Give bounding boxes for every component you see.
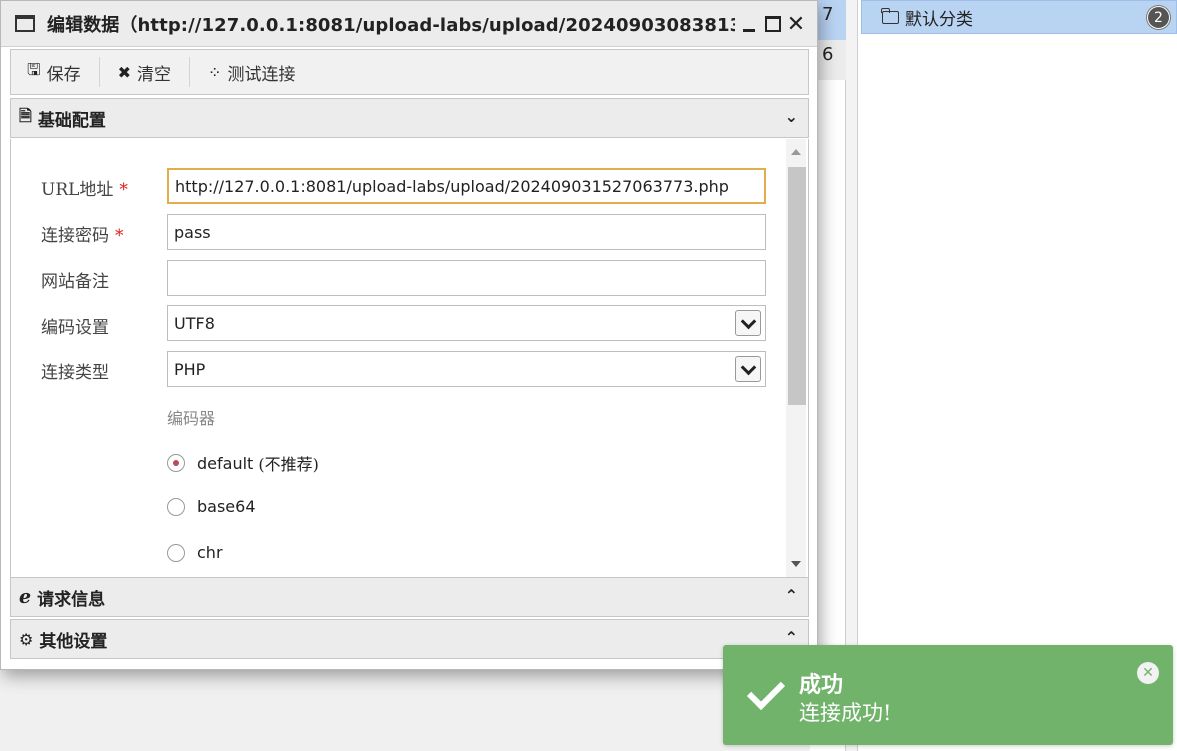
panel-header-basic[interactable]: 🗎 基础配置 ⌄ — [10, 98, 809, 138]
scroll-down-arrow[interactable] — [791, 561, 801, 567]
option-label: default — [197, 453, 254, 473]
save-button[interactable]: 🖫 保存 — [11, 57, 99, 87]
success-toast: 成功 连接成功! ✕ — [723, 645, 1173, 745]
type-select[interactable]: PHP — [167, 351, 766, 387]
edit-data-dialog: 编辑数据（http://127.0.0.1:8081/upload-labs/u… — [0, 0, 818, 670]
category-label: 默认分类 — [905, 9, 973, 30]
dialog-title: 编辑数据（http://127.0.0.1:8081/upload-labs/u… — [47, 14, 735, 36]
encoding-select[interactable]: UTF8 — [167, 305, 766, 341]
encoder-option-default[interactable]: default (不推荐) — [167, 451, 319, 475]
floppy-icon: 🖫 — [27, 59, 41, 79]
toast-title: 成功 — [799, 672, 844, 698]
folder-icon — [881, 7, 899, 24]
scroll-thumb[interactable] — [788, 167, 806, 405]
radio-unchecked[interactable] — [167, 497, 185, 516]
panel-title: 请求信息 — [37, 589, 106, 610]
scroll-up-arrow[interactable] — [791, 149, 801, 155]
panel-header-other[interactable]: ⚙ 其他设置 ⌃ — [10, 619, 809, 659]
close-icon[interactable]: ✕ — [1137, 662, 1159, 684]
radio-checked[interactable] — [167, 454, 185, 472]
chevron-up-icon: ⌃ — [784, 586, 798, 605]
x-icon: ✖ — [117, 62, 132, 82]
count-badge: 2 — [1147, 6, 1170, 29]
maximize-button[interactable] — [763, 13, 783, 35]
category-panel: 默认分类 2 — [858, 0, 1177, 751]
panel-header-request[interactable]: ℯ 请求信息 ⌃ — [10, 577, 809, 617]
encoder-label: 编码器 — [167, 409, 216, 428]
close-button[interactable]: ✕ — [786, 12, 806, 37]
minimize-button[interactable] — [739, 13, 759, 35]
encoder-option-base64[interactable]: base64 — [167, 497, 256, 516]
encoder-option-chr[interactable]: chr — [167, 543, 223, 562]
note-label: 网站备注 — [41, 272, 109, 292]
test-label: 测试连接 — [227, 64, 296, 85]
url-input[interactable]: http://127.0.0.1:8081/upload-labs/upload… — [167, 168, 766, 204]
check-icon — [746, 671, 786, 711]
dialog-titlebar[interactable]: 编辑数据（http://127.0.0.1:8081/upload-labs/u… — [1, 1, 817, 47]
encoding-label: 编码设置 — [41, 318, 109, 338]
option-label: base64 — [197, 497, 256, 516]
dialog-toolbar: 🖫 保存 ✖ 清空 ⁘ 测试连接 — [10, 49, 809, 95]
panel-title: 基础配置 — [37, 110, 106, 131]
save-label: 保存 — [46, 64, 81, 85]
toast-message: 连接成功! — [799, 701, 892, 725]
file-icon: 🗎 — [19, 105, 32, 125]
note-input[interactable] — [167, 260, 766, 296]
test-connection-button[interactable]: ⁘ 测试连接 — [189, 57, 313, 87]
chevron-down-icon[interactable] — [735, 356, 761, 382]
option-note: (不推荐) — [258, 455, 319, 474]
url-label: URL地址 * — [41, 180, 128, 200]
option-label: chr — [197, 543, 223, 562]
clear-button[interactable]: ✖ 清空 — [98, 57, 189, 87]
chevron-down-icon: ⌄ — [784, 107, 798, 126]
type-label: 连接类型 — [41, 363, 109, 383]
type-value: PHP — [174, 359, 206, 379]
clear-label: 清空 — [137, 64, 172, 85]
category-default[interactable]: 默认分类 2 — [861, 0, 1177, 34]
password-input[interactable]: pass — [167, 214, 766, 250]
spinner-icon: ⁘ — [208, 62, 222, 82]
radio-unchecked[interactable] — [167, 543, 185, 562]
password-label: 连接密码 * — [41, 226, 124, 246]
gears-icon: ⚙ — [19, 629, 34, 649]
basic-config-body: URL地址 * http://127.0.0.1:8081/upload-labs… — [10, 139, 809, 577]
scrollbar[interactable] — [786, 139, 806, 577]
edge-icon: ℯ — [19, 586, 32, 608]
chevron-down-icon[interactable] — [735, 310, 761, 336]
window-icon — [15, 15, 35, 32]
encoding-value: UTF8 — [174, 313, 215, 333]
splitter[interactable] — [846, 0, 858, 751]
panel-title: 其他设置 — [39, 631, 108, 652]
